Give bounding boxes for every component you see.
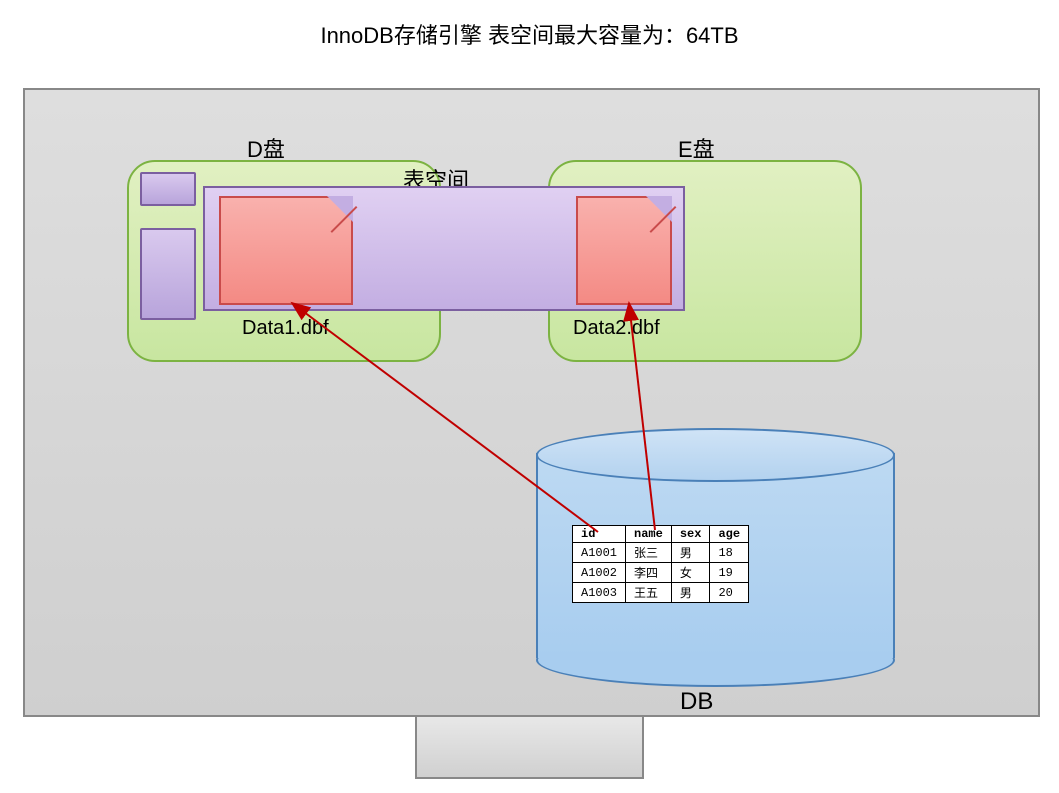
disk-d-label: D盘 — [247, 132, 285, 164]
datafile-2-label: Data2.dbf — [573, 317, 660, 340]
disk-e-label: E盘 — [678, 132, 715, 164]
th-sex: sex — [671, 526, 710, 543]
table-header: id name sex age — [573, 526, 749, 543]
diagram-title: InnoDB存储引擎 表空间最大容量为：64TB — [0, 18, 1059, 50]
small-block-2 — [140, 228, 196, 320]
monitor-stand — [415, 715, 644, 779]
th-name: name — [626, 526, 672, 543]
th-id: id — [573, 526, 626, 543]
datafile-2 — [576, 196, 672, 305]
datafile-1 — [219, 196, 353, 305]
table-row: A1003 王五 男 20 — [573, 583, 749, 603]
table-row: A1001 张三 男 18 — [573, 543, 749, 563]
table-row: A1002 李四 女 19 — [573, 563, 749, 583]
datafile-1-label: Data1.dbf — [242, 317, 329, 340]
small-block-1 — [140, 172, 196, 206]
th-age: age — [710, 526, 749, 543]
db-label: DB — [680, 688, 713, 716]
db-data-table: id name sex age A1001 张三 男 18 A1002 李四 女… — [572, 525, 749, 603]
